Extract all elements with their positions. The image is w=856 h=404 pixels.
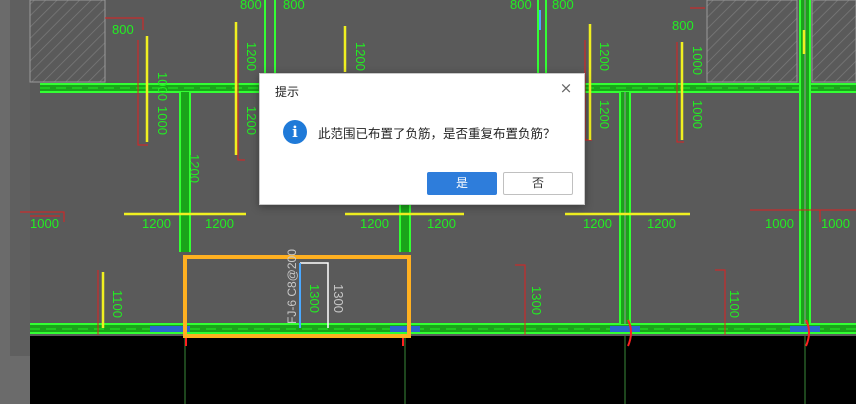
dim-label: 1200 (353, 42, 368, 71)
dim-label: 1200 (597, 42, 612, 71)
dim-label: 1000 (155, 106, 170, 135)
left-panel-inner (10, 0, 30, 356)
beam-vertical-3 (619, 92, 631, 324)
info-icon: i (283, 120, 307, 144)
dim-label: 800 (672, 18, 694, 33)
dim-label: 1200 (597, 100, 612, 129)
rebar-note-label: FJ-6 C8@200 (285, 249, 299, 324)
beam-horizontal-bottom (30, 323, 856, 334)
dim-label: 1000 (690, 46, 705, 75)
dim-label: 1000 (30, 216, 59, 231)
dim-label: 1000 (155, 72, 170, 101)
dim-label: 1200 (647, 216, 676, 231)
dim-label: 1200 (244, 42, 259, 71)
dim-label: 800 (240, 0, 262, 12)
column-hatch-far-right (811, 0, 856, 83)
dim-label: 1200 (142, 216, 171, 231)
dim-label: 1000 (690, 100, 705, 129)
beam-vertical-top-stubs (264, 0, 547, 84)
column-hatch-left (29, 0, 106, 83)
dim-label: 1000 (821, 216, 850, 231)
dim-label: 1300 (529, 286, 544, 315)
close-icon[interactable]: × (558, 81, 574, 97)
confirm-dialog: 提示 × i 此范围已布置了负筋，是否重复布置负筋？ 是 否 (259, 73, 585, 205)
dim-label: 800 (552, 0, 574, 12)
dialog-message: 此范围已布置了负筋，是否重复布置负筋？ (318, 126, 556, 141)
no-button[interactable]: 否 (503, 172, 573, 195)
dim-label: 1100 (727, 290, 742, 318)
dim-label: 1200 (244, 106, 259, 135)
column-hatch-right (706, 0, 798, 83)
yes-button[interactable]: 是 (427, 172, 497, 195)
dim-label: 1200 (583, 216, 612, 231)
dim-label: 800 (283, 0, 305, 12)
dim-label: 800 (112, 22, 134, 37)
dim-label: 1300 (307, 284, 322, 313)
dim-label: 1200 (187, 154, 202, 183)
dim-label: 1100 (110, 290, 125, 318)
dim-label: 800 (510, 0, 532, 12)
dim-label: 1000 (765, 216, 794, 231)
dim-label: 1200 (427, 216, 456, 231)
dialog-title: 提示 (275, 85, 300, 99)
dim-label: 1200 (360, 216, 389, 231)
dim-label: 1300 (331, 284, 346, 313)
beam-vertical-2 (399, 200, 411, 252)
dim-label: 1200 (205, 216, 234, 231)
lower-black-area (30, 336, 856, 404)
